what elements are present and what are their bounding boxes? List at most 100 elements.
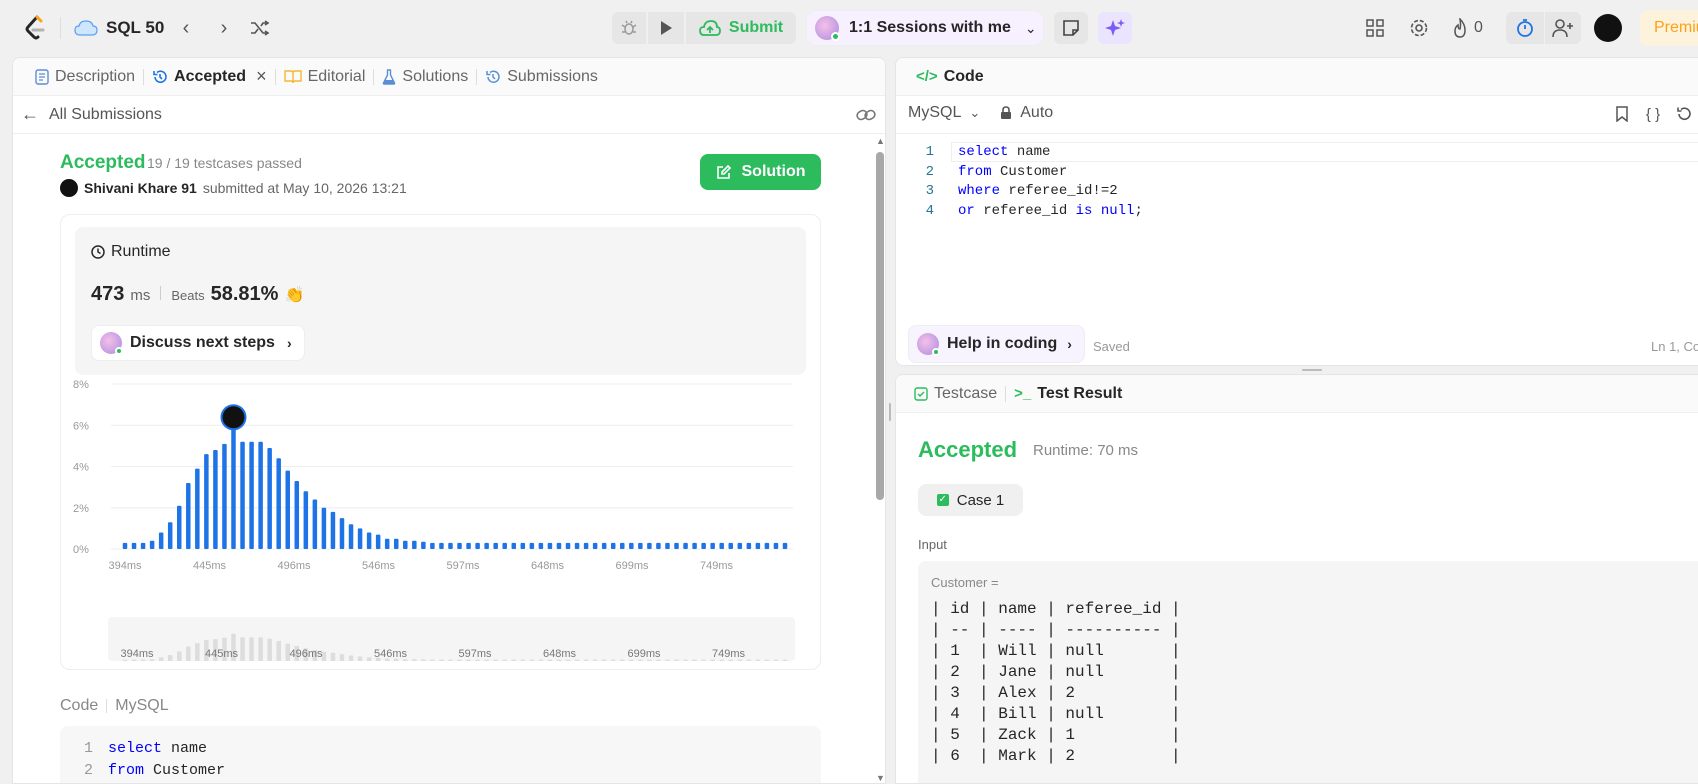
note-icon[interactable] bbox=[1054, 12, 1088, 44]
ai-sparkle-icon[interactable] bbox=[1098, 12, 1132, 44]
left-scrollbar[interactable]: ▲ ▼ bbox=[873, 134, 885, 783]
tab-submissions[interactable]: Submissions bbox=[477, 58, 606, 96]
scrollbar-thumb[interactable] bbox=[876, 152, 884, 500]
tab-solutions[interactable]: Solutions bbox=[374, 58, 476, 96]
brush-bar bbox=[601, 659, 607, 661]
solution-button[interactable]: Solution bbox=[700, 154, 821, 190]
tab-test-result[interactable]: >_ Test Result bbox=[1006, 375, 1130, 413]
scroll-up-icon[interactable]: ▲ bbox=[876, 136, 885, 146]
chart-bar bbox=[131, 542, 137, 549]
chart-bar bbox=[638, 542, 643, 549]
y-tick-label: 4% bbox=[73, 462, 89, 474]
timer-icon[interactable] bbox=[1506, 12, 1544, 44]
code-line: 2 from Customer bbox=[896, 162, 1698, 182]
bookmark-icon[interactable] bbox=[1612, 104, 1632, 124]
next-problem-icon[interactable]: › bbox=[212, 16, 236, 40]
runtime-unit: ms bbox=[130, 287, 151, 304]
discuss-next-steps-button[interactable]: Discuss next steps › bbox=[91, 325, 305, 361]
runtime-title: Runtime bbox=[111, 243, 171, 260]
case-1-tab[interactable]: ✓ Case 1 bbox=[918, 484, 1023, 516]
beats-label: Beats bbox=[171, 288, 205, 303]
tab-description-label: Description bbox=[55, 67, 136, 85]
chart-bar bbox=[484, 542, 489, 549]
brush-bar bbox=[330, 652, 336, 661]
brush-bar bbox=[448, 659, 453, 661]
x-tick-label: 749ms bbox=[700, 560, 734, 572]
language-select[interactable]: MySQL bbox=[908, 104, 961, 122]
arrow-left-icon: ← bbox=[21, 104, 39, 124]
add-friend-icon[interactable] bbox=[1545, 12, 1581, 44]
submit-button[interactable]: Submit bbox=[686, 12, 796, 44]
tab-description[interactable]: Description bbox=[27, 58, 143, 96]
result-runtime: Runtime: 70 ms bbox=[1033, 442, 1139, 459]
sessions-label: 1:1 Sessions with me bbox=[849, 19, 1011, 36]
chart-bar bbox=[149, 540, 155, 549]
premium-button[interactable]: Premiu bbox=[1640, 10, 1698, 46]
settings-gear-icon[interactable] bbox=[1408, 17, 1430, 39]
format-braces-icon[interactable]: { } bbox=[1642, 104, 1664, 124]
user-avatar[interactable] bbox=[1594, 14, 1622, 42]
chart-bar bbox=[222, 443, 227, 549]
back-to-submissions[interactable]: ← All Submissions bbox=[21, 104, 162, 125]
document-icon bbox=[35, 68, 49, 85]
brush-bar bbox=[529, 659, 535, 661]
prev-problem-icon[interactable]: ‹ bbox=[174, 16, 198, 40]
divider bbox=[160, 286, 162, 300]
scroll-down-icon[interactable]: ▼ bbox=[876, 773, 885, 783]
history-icon bbox=[153, 69, 167, 83]
brush-bar bbox=[511, 659, 517, 661]
brush-tick-label: 597ms bbox=[458, 648, 492, 660]
username-link[interactable]: Shivani Khare 91 bbox=[84, 180, 197, 196]
vertical-resize-handle[interactable] bbox=[886, 400, 894, 424]
problem-list-title[interactable]: SQL 50 bbox=[106, 18, 164, 38]
x-tick-label: 445ms bbox=[193, 560, 227, 572]
auto-mode-toggle[interactable]: Auto bbox=[1020, 104, 1053, 122]
study-plan-icon[interactable] bbox=[74, 17, 98, 39]
chart-bar bbox=[366, 532, 372, 549]
chart-bar bbox=[719, 542, 724, 549]
chart-bar bbox=[620, 542, 625, 549]
chart-bar bbox=[294, 480, 300, 549]
x-tick-label: 699ms bbox=[615, 560, 649, 572]
runtime-distribution-chart[interactable]: 8% 6% 4% 2% 0% 394ms 445ms 496ms 546ms 597ms 648ms… bbox=[61, 375, 820, 615]
layout-grid-icon[interactable] bbox=[1364, 17, 1386, 39]
chart-bar bbox=[122, 542, 128, 549]
chart-bar bbox=[475, 542, 480, 549]
link-icon[interactable] bbox=[855, 104, 877, 126]
tab-editorial[interactable]: Editorial bbox=[276, 58, 374, 96]
tab-accepted[interactable]: Accepted × bbox=[144, 58, 275, 96]
streak-counter[interactable]: 0 bbox=[1452, 17, 1483, 39]
horizontal-resize-handle[interactable] bbox=[1300, 367, 1324, 373]
shuffle-icon[interactable] bbox=[248, 16, 272, 40]
close-tab-icon[interactable]: × bbox=[256, 66, 267, 87]
help-in-coding-button[interactable]: Help in coding › bbox=[908, 325, 1085, 363]
back-label: All Submissions bbox=[49, 105, 162, 123]
submitted-code-block[interactable]: 1 select name 2 from Customer bbox=[60, 726, 821, 783]
input-box[interactable]: Customer = | id | name | referee_id | | -… bbox=[918, 561, 1698, 783]
table-row: | id | name | referee_id | bbox=[931, 600, 1181, 618]
submission-status: Accepted bbox=[60, 152, 146, 173]
reset-icon[interactable] bbox=[1674, 104, 1694, 124]
user-avatar bbox=[60, 179, 78, 197]
brush-bar bbox=[755, 659, 761, 661]
debug-icon[interactable] bbox=[612, 12, 646, 44]
chart-bar bbox=[610, 542, 616, 549]
chart-bar bbox=[312, 499, 318, 549]
code-text: referee_id bbox=[974, 202, 1076, 219]
history-icon bbox=[486, 70, 500, 83]
chart-bar bbox=[276, 458, 281, 549]
saved-status: Saved bbox=[1093, 339, 1130, 354]
leetcode-logo-icon[interactable] bbox=[22, 14, 48, 42]
code-editor[interactable]: 1 select name 2 from Customer 3 where referee… bbox=[896, 142, 1698, 220]
chart-range-brush[interactable]: 394ms 445ms 496ms 546ms 597ms 648ms 699ms 749ms bbox=[61, 615, 820, 671]
divider bbox=[13, 133, 885, 134]
table-row: | 5 | Zack | 1 | bbox=[931, 726, 1181, 744]
chart-bar bbox=[665, 542, 670, 549]
chart-bar bbox=[701, 542, 706, 549]
tab-testcase[interactable]: Testcase bbox=[906, 375, 1005, 413]
sessions-dropdown[interactable]: 1:1 Sessions with me ⌄ bbox=[806, 10, 1044, 46]
code-keyword: select bbox=[958, 144, 1009, 160]
run-play-icon[interactable] bbox=[648, 12, 684, 44]
tab-code[interactable]: </> Code bbox=[908, 58, 992, 96]
brush-bar bbox=[357, 656, 363, 661]
